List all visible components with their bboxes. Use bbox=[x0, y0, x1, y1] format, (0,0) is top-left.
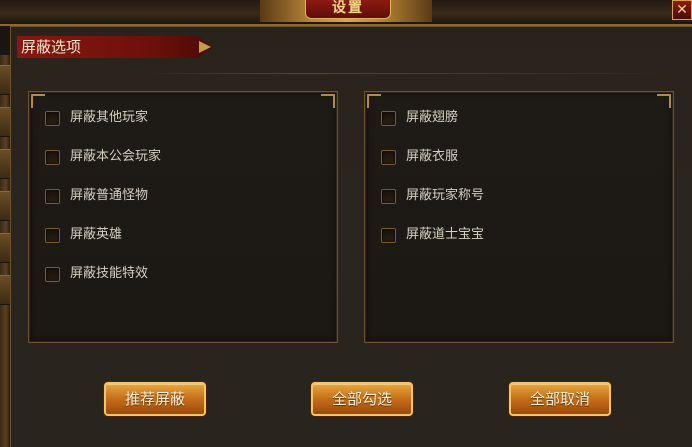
option-hide-clothes[interactable]: 屏蔽衣服 bbox=[381, 147, 458, 167]
checkbox[interactable] bbox=[45, 227, 60, 243]
recommend-block-button[interactable]: 推荐屏蔽 bbox=[104, 382, 206, 416]
side-tab[interactable] bbox=[0, 275, 10, 305]
corner-ornament bbox=[31, 94, 45, 108]
option-hide-monsters[interactable]: 屏蔽普通怪物 bbox=[45, 186, 148, 206]
option-label: 屏蔽其他玩家 bbox=[70, 110, 149, 125]
checkbox[interactable] bbox=[45, 266, 60, 282]
corner-ornament bbox=[657, 94, 671, 108]
option-hide-player-titles[interactable]: 屏蔽玩家称号 bbox=[381, 186, 484, 206]
side-tab[interactable] bbox=[0, 149, 10, 179]
option-hide-wings[interactable]: 屏蔽翅膀 bbox=[381, 108, 458, 128]
divider bbox=[141, 73, 681, 74]
option-label: 屏蔽普通怪物 bbox=[70, 188, 149, 203]
corner-ornament bbox=[367, 94, 381, 108]
option-hide-taoist-pets[interactable]: 屏蔽道士宝宝 bbox=[381, 225, 484, 245]
section-title: 屏蔽选项 bbox=[21, 38, 82, 56]
side-tab[interactable] bbox=[0, 65, 10, 95]
side-tab-strip bbox=[0, 55, 10, 447]
checkbox[interactable] bbox=[381, 149, 396, 165]
deselect-all-button[interactable]: 全部取消 bbox=[509, 382, 611, 416]
window-title: 设置 bbox=[305, 0, 391, 19]
settings-window: 屏蔽选项 屏蔽其他玩家 屏蔽本公会玩家 屏蔽普通怪物 屏蔽英雄 屏蔽技能特效 屏… bbox=[10, 26, 692, 447]
side-tab[interactable] bbox=[0, 191, 10, 221]
option-label: 屏蔽本公会玩家 bbox=[70, 149, 162, 164]
option-label: 屏蔽衣服 bbox=[406, 149, 459, 164]
option-label: 屏蔽技能特效 bbox=[70, 266, 149, 281]
close-button[interactable]: ✕ bbox=[672, 0, 692, 20]
section-header: 屏蔽选项 bbox=[17, 36, 213, 58]
option-label: 屏蔽道士宝宝 bbox=[406, 227, 485, 242]
checkbox[interactable] bbox=[381, 227, 396, 243]
side-tab[interactable] bbox=[0, 107, 10, 137]
checkbox[interactable] bbox=[381, 110, 396, 126]
right-options-panel: 屏蔽翅膀 屏蔽衣服 屏蔽玩家称号 屏蔽道士宝宝 bbox=[364, 91, 674, 343]
corner-ornament bbox=[321, 94, 335, 108]
left-options-panel: 屏蔽其他玩家 屏蔽本公会玩家 屏蔽普通怪物 屏蔽英雄 屏蔽技能特效 bbox=[28, 91, 338, 343]
option-hide-guild-players[interactable]: 屏蔽本公会玩家 bbox=[45, 147, 161, 167]
select-all-button[interactable]: 全部勾选 bbox=[311, 382, 413, 416]
option-hide-other-players[interactable]: 屏蔽其他玩家 bbox=[45, 108, 148, 128]
option-hide-skill-effects[interactable]: 屏蔽技能特效 bbox=[45, 264, 148, 284]
side-tab[interactable] bbox=[0, 233, 10, 263]
checkbox[interactable] bbox=[45, 110, 60, 126]
option-label: 屏蔽翅膀 bbox=[406, 110, 459, 125]
option-hide-heroes[interactable]: 屏蔽英雄 bbox=[45, 225, 122, 245]
checkbox[interactable] bbox=[45, 149, 60, 165]
checkbox[interactable] bbox=[45, 188, 60, 204]
option-label: 屏蔽英雄 bbox=[70, 227, 123, 242]
checkbox[interactable] bbox=[381, 188, 396, 204]
option-label: 屏蔽玩家称号 bbox=[406, 188, 485, 203]
title-bar: 设置 ✕ bbox=[0, 0, 692, 26]
